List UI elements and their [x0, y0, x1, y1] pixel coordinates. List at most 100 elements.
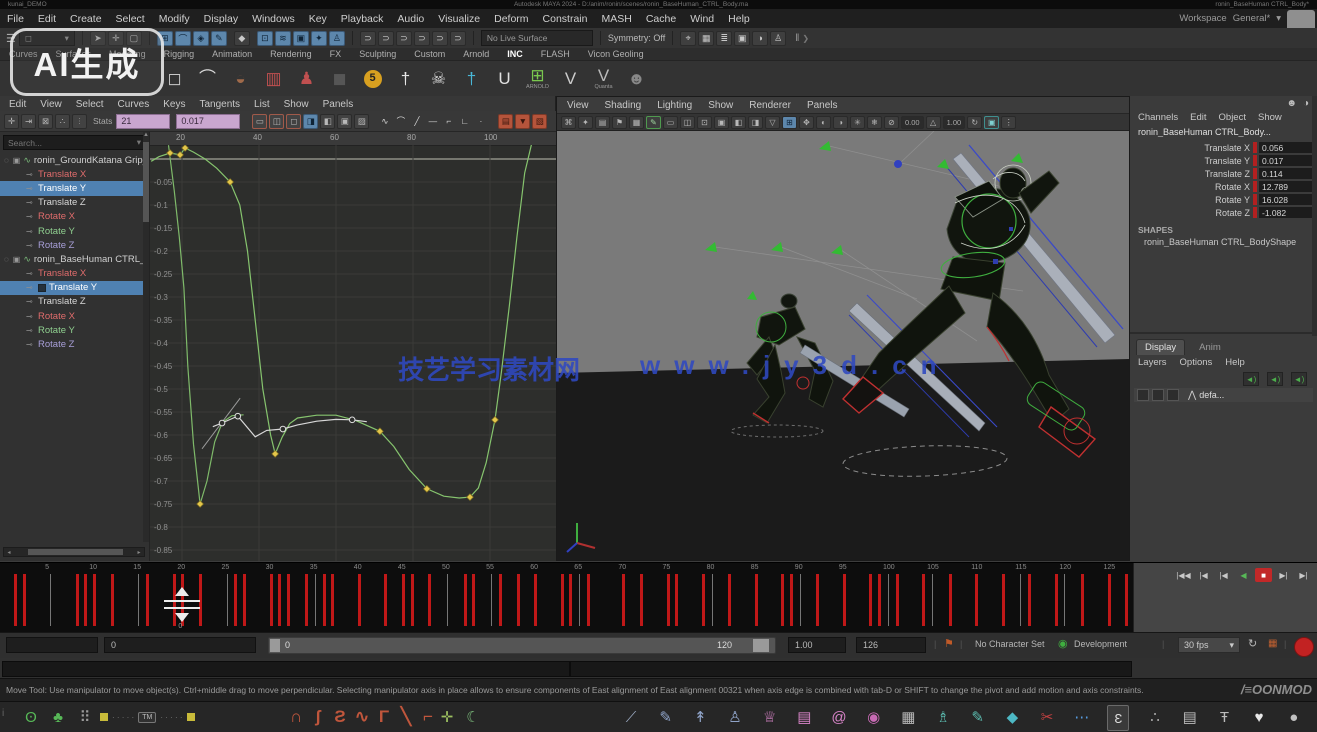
tm-toggle[interactable]: TM: [138, 712, 156, 723]
layer-playback-icon[interactable]: ◄): [1267, 372, 1283, 386]
buffer-curve[interactable]: [213, 416, 367, 437]
pause-icon[interactable]: ‖: [795, 33, 799, 44]
go-to-start-button[interactable]: |◀◀: [1175, 568, 1192, 582]
ge-menu-select[interactable]: Select: [69, 99, 111, 110]
keyframe-tick[interactable]: [534, 574, 537, 626]
quanta-icon[interactable]: VQuanta: [589, 64, 618, 93]
bookmark-icon[interactable]: ⚑: [944, 637, 954, 650]
shadows-icon[interactable]: ✳: [850, 116, 865, 129]
magnet-live-icon[interactable]: ⊃: [450, 31, 466, 46]
stat-value-field[interactable]: 0.017: [176, 114, 240, 129]
keyframe-tick[interactable]: [358, 574, 361, 626]
menu-display[interactable]: Display: [197, 13, 245, 25]
shelf-tab-rendering[interactable]: Rendering: [261, 49, 321, 59]
fps-dropdown[interactable]: 30 fps ▾: [1178, 637, 1240, 653]
cb-menu-channels[interactable]: Channels: [1138, 112, 1178, 123]
shape-node-name[interactable]: ronin_BaseHuman CTRL_BodyShape: [1144, 237, 1312, 247]
vp-menu-panels[interactable]: Panels: [799, 100, 846, 111]
keyframe[interactable]: [492, 416, 499, 423]
menu-wind[interactable]: Wind: [683, 13, 721, 25]
channel-row-ty[interactable]: ⊸Translate Y: [0, 181, 143, 195]
keyframe-tick[interactable]: [1055, 574, 1058, 626]
keyframe-tick[interactable]: [111, 574, 114, 626]
stat-time-field[interactable]: 21: [116, 114, 170, 129]
ge-menu-tangents[interactable]: Tangents: [192, 99, 247, 110]
dropper-icon[interactable]: ✛: [438, 705, 456, 729]
scroll-thumb[interactable]: [28, 549, 123, 555]
keyframe-tick[interactable]: [878, 574, 881, 626]
arnold-shelf-icon[interactable]: ⊞ARNOLD: [523, 64, 552, 93]
motion-blur-icon[interactable]: ⊘: [884, 116, 899, 129]
paint-effects-icon[interactable]: ♙: [770, 31, 786, 46]
scroll-right-icon[interactable]: ▸: [134, 549, 144, 556]
clapper-gray-icon[interactable]: ▦: [899, 705, 917, 729]
camera-attrs-icon[interactable]: ▤: [595, 116, 610, 129]
gamma-icon[interactable]: △: [926, 116, 941, 129]
grease-pencil-icon[interactable]: ▭: [663, 116, 678, 129]
go-to-end-button[interactable]: ▶|: [1295, 568, 1312, 582]
menu-modify[interactable]: Modify: [152, 13, 197, 25]
scrub-down-arrow[interactable]: [175, 613, 189, 622]
frame-tick[interactable]: [579, 574, 580, 626]
keyframe-tick[interactable]: [569, 574, 572, 626]
magnet-view-icon[interactable]: ⊃: [432, 31, 448, 46]
ease-in-icon[interactable]: ∩: [287, 705, 305, 729]
keyframe-tick[interactable]: [23, 574, 26, 626]
vp-menu-show[interactable]: Show: [700, 100, 741, 111]
menu-create[interactable]: Create: [63, 13, 109, 25]
v-icon[interactable]: V: [556, 64, 585, 93]
anim-end-field[interactable]: 126: [856, 637, 926, 653]
keyframe-tick[interactable]: [869, 574, 872, 626]
magnet-curve-icon[interactable]: ⊃: [378, 31, 394, 46]
attr-value-field[interactable]: -1.082: [1259, 207, 1312, 218]
command-result-field[interactable]: [570, 661, 1132, 677]
layer-menu-layers[interactable]: Layers: [1138, 357, 1167, 368]
playback-start-field[interactable]: 0: [104, 637, 256, 653]
isolate-icon[interactable]: ▣: [984, 116, 999, 129]
keyframe-tick[interactable]: [896, 574, 899, 626]
channel-row-rx[interactable]: ⊸Rotate X: [0, 309, 143, 323]
frame-tick[interactable]: [800, 574, 801, 626]
clapper-icon[interactable]: ▣: [293, 31, 309, 46]
attr-row-rotate-x[interactable]: Rotate X12.789: [1130, 180, 1317, 193]
folder-pink-icon[interactable]: ▤: [795, 705, 813, 729]
gate-mask-icon[interactable]: ▣: [714, 116, 729, 129]
anim-start-field[interactable]: [6, 637, 98, 653]
attr-row-translate-z[interactable]: Translate Z0.114: [1130, 167, 1317, 180]
menu-deform[interactable]: Deform: [487, 13, 535, 25]
menu-cache[interactable]: Cache: [639, 13, 683, 25]
ge-search-field[interactable]: Search... ▾: [3, 135, 146, 150]
keyframe-tick[interactable]: [1002, 574, 1005, 626]
scrub-up-arrow[interactable]: [175, 587, 189, 596]
channel-row-rz[interactable]: ⊸Rotate Z: [0, 238, 143, 252]
input-ops-icon[interactable]: ⌖: [680, 31, 696, 46]
frame-tick[interactable]: [491, 574, 492, 626]
pan-zoom-icon[interactable]: ✎: [646, 116, 661, 129]
person-blue-icon[interactable]: ♙: [726, 705, 744, 729]
channel-row-tx[interactable]: ⊸Translate X: [0, 167, 143, 181]
layer-playback-toggle[interactable]: [1152, 389, 1164, 401]
live-surface-field[interactable]: No Live Surface: [481, 30, 593, 46]
sphere-icon[interactable]: ◑: [1303, 98, 1309, 109]
keyframe-tick[interactable]: [270, 574, 273, 626]
pot-icon[interactable]: ◒: [226, 64, 255, 93]
wireframe-icon[interactable]: ⊞: [782, 116, 797, 129]
wave-icon[interactable]: ∿: [353, 705, 371, 729]
dots-blue-icon[interactable]: ⋯: [1073, 705, 1091, 729]
keyframe-tick[interactable]: [640, 574, 643, 626]
magnet-grid-icon[interactable]: ⊃: [360, 31, 376, 46]
range-end-handle[interactable]: [753, 639, 769, 652]
layer-type-toggle[interactable]: [1167, 389, 1179, 401]
scroll-left-icon[interactable]: ◂: [4, 549, 14, 556]
menu-playback[interactable]: Playback: [334, 13, 391, 25]
channel-row-ty[interactable]: ⊸Translate Y: [0, 281, 143, 295]
frame-tick[interactable]: [447, 574, 448, 626]
ge-menu-curves[interactable]: Curves: [111, 99, 157, 110]
pose-a-icon[interactable]: ⟋: [622, 705, 640, 729]
rotateY-curve[interactable]: [169, 145, 244, 504]
tree-group[interactable]: ◌▣∿ronin_BaseHuman CTRL_IK: [0, 252, 143, 266]
image-plane-icon[interactable]: ▦: [629, 116, 644, 129]
step-icon[interactable]: ⌐: [419, 705, 437, 729]
channel-row-rx[interactable]: ⊸Rotate X: [0, 210, 143, 224]
frame-tick[interactable]: [1064, 574, 1065, 626]
